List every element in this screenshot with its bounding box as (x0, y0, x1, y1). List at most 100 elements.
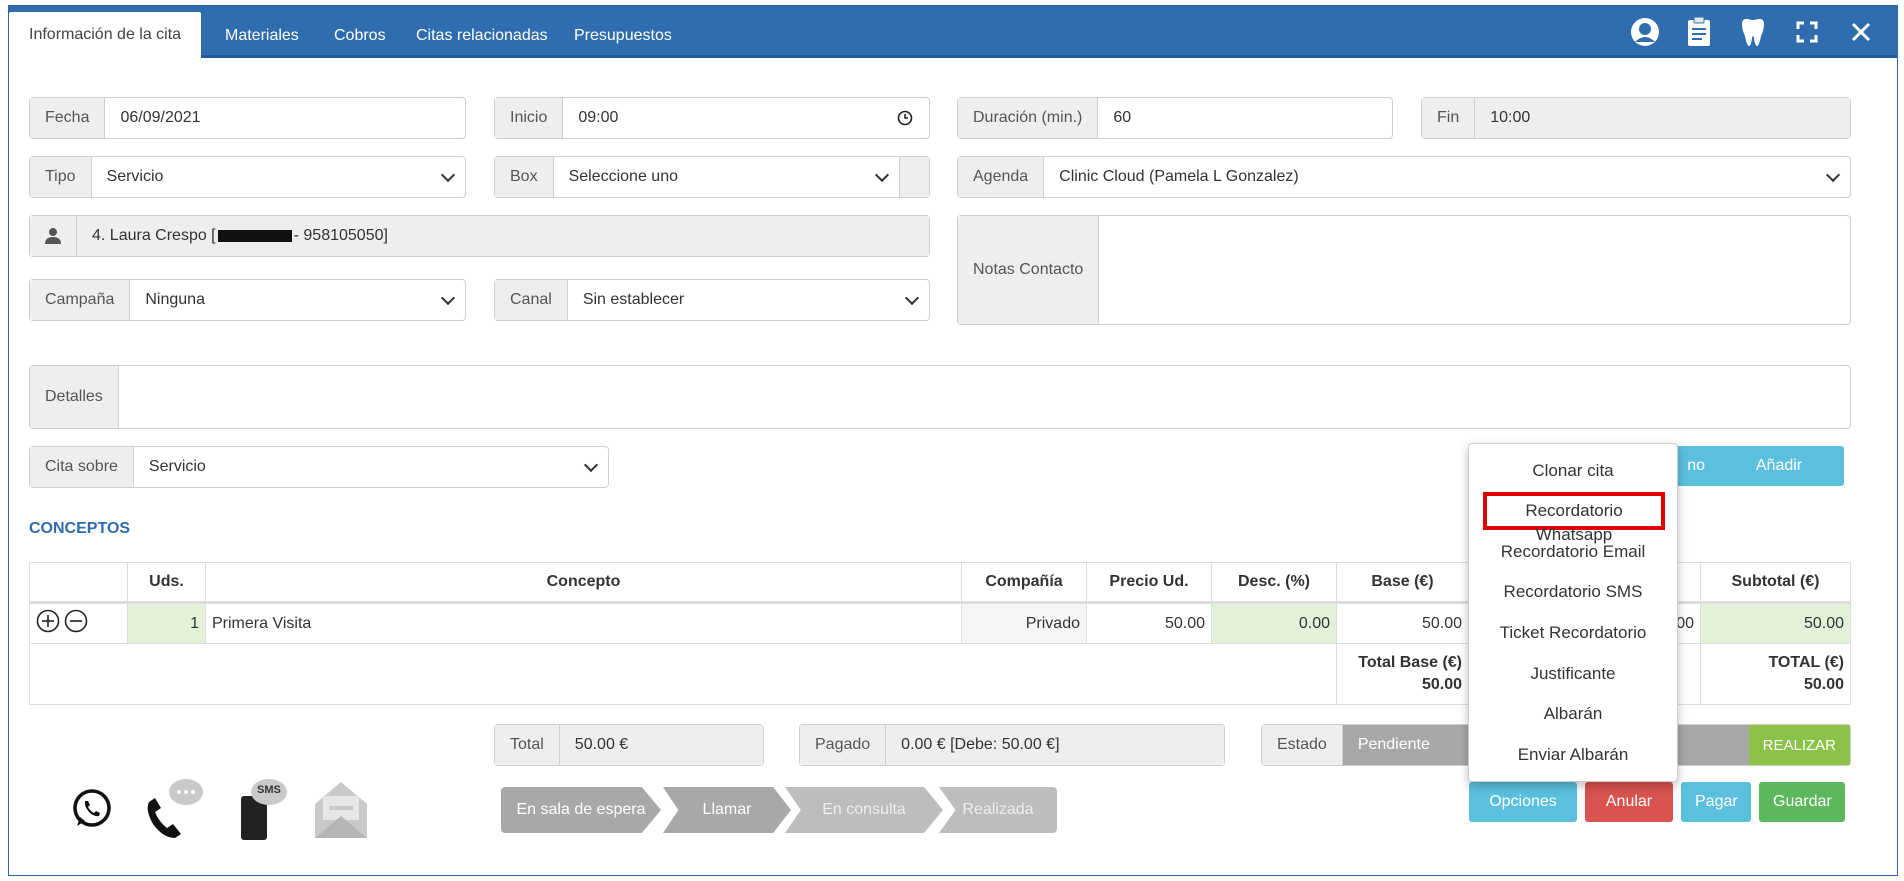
redacted-block (217, 230, 292, 242)
row-precio[interactable]: 50.00 (1087, 604, 1212, 643)
fecha-input[interactable]: 06/09/2021 (105, 98, 465, 138)
cita-sobre-select[interactable]: Servicio (134, 447, 608, 487)
realizar-button[interactable]: REALIZAR (1748, 725, 1850, 765)
menu-item-ticket-recordatorio[interactable]: Ticket Recordatorio (1469, 618, 1677, 648)
caret-up-icon (1627, 839, 1635, 845)
row-subtotal: 50.00 (1701, 604, 1850, 643)
canal-value: Sin establecer (582, 291, 685, 308)
person-icon (30, 216, 77, 256)
tab-presupuestos[interactable]: Presupuestos (554, 14, 692, 58)
appointment-modal: Información de la cita Materiales Cobros… (8, 5, 1898, 876)
close-icon[interactable] (1845, 16, 1877, 48)
add-circle-icon[interactable] (36, 609, 60, 638)
opciones-button[interactable]: Opciones (1469, 782, 1577, 845)
box-addon (899, 157, 929, 197)
fin-input: 10:00 (1475, 98, 1850, 138)
phone-call-icon[interactable] (143, 776, 205, 847)
box-field: Box Seleccione uno (494, 156, 930, 198)
notas-textarea[interactable] (1099, 216, 1850, 324)
detalles-textarea[interactable] (119, 366, 1850, 428)
agenda-select[interactable]: Clinic Cloud (Pamela L Gonzalez) (1044, 157, 1850, 197)
step-realizada[interactable]: Realizada (939, 787, 1057, 833)
anular-label: Anular (1605, 793, 1653, 810)
anular-button[interactable]: Anular (1585, 782, 1673, 845)
tab-cobros[interactable]: Cobros (314, 14, 406, 58)
header-base: Base (€) (1337, 563, 1469, 601)
tab-informacion[interactable]: Información de la cita (9, 12, 202, 61)
patient-input[interactable]: 4. Laura Crespo [ - 958105050] (77, 216, 929, 256)
total-base-label: Total Base (€) (1358, 654, 1462, 671)
anadir-servicio-button[interactable]: Añadir servicio (1714, 446, 1844, 514)
remove-circle-icon[interactable] (64, 609, 88, 638)
fullscreen-icon[interactable] (1791, 16, 1823, 48)
canal-select[interactable]: Sin establecer (568, 280, 929, 320)
patient-phone: - 958105050] (293, 227, 388, 244)
total-base-cell: Total Base (€) 50.00 (1337, 644, 1469, 704)
box-select[interactable]: Seleccione uno (554, 157, 899, 197)
chevron-down-icon (874, 167, 890, 183)
pagado-value: 0.00 € [Debe: 50.00 €] (886, 725, 1224, 765)
tab-citas-relacionadas[interactable]: Citas relacionadas (396, 14, 568, 58)
menu-item-albaran[interactable]: Albarán (1469, 699, 1677, 729)
clipboard-icon[interactable] (1683, 16, 1715, 48)
clock-icon[interactable] (897, 110, 913, 131)
opciones-label: Opciones (1489, 793, 1557, 810)
fecha-label: Fecha (30, 98, 106, 138)
email-envelope-icon[interactable] (311, 776, 371, 847)
menu-item-clonar-cita[interactable]: Clonar cita (1469, 456, 1677, 486)
patient-name: 4. Laura Crespo [ (92, 227, 216, 244)
header-compania: Compañía (962, 563, 1087, 601)
sms-badge-text: SMS (257, 784, 281, 796)
row-base: 50.00 (1337, 604, 1469, 643)
step-en-consulta[interactable]: En consulta (785, 787, 943, 833)
opciones-dropdown-menu: Clonar cita Recordatorio Whatsapp Record… (1468, 443, 1678, 782)
total-cell: TOTAL (€) 50.00 (1701, 644, 1850, 704)
estado-label: Estado (1262, 725, 1343, 765)
user-profile-icon[interactable] (1629, 16, 1661, 48)
menu-item-recordatorio-sms[interactable]: Recordatorio SMS (1469, 577, 1677, 607)
box-label: Box (495, 157, 554, 197)
duracion-input[interactable]: 60 (1098, 98, 1392, 138)
patient-field: 4. Laura Crespo [ - 958105050] (29, 215, 930, 257)
row-actions (30, 604, 128, 643)
tab-materiales[interactable]: Materiales (205, 14, 319, 58)
campana-value: Ninguna (145, 291, 205, 308)
tipo-select[interactable]: Servicio (92, 157, 465, 197)
campana-label: Campaña (30, 280, 131, 320)
inicio-value: 09:00 (578, 109, 619, 126)
fin-field: Fin 10:00 (1421, 97, 1851, 139)
agenda-value: Clinic Cloud (Pamela L Gonzalez) (1059, 168, 1299, 185)
fecha-field: Fecha 06/09/2021 (29, 97, 466, 139)
chevron-down-icon (1825, 167, 1841, 183)
totals-spacer (30, 644, 1337, 704)
menu-item-recordatorio-whatsapp[interactable]: Recordatorio Whatsapp (1483, 492, 1665, 544)
conceptos-title: CONCEPTOS (29, 520, 131, 537)
pagado-label: Pagado (800, 725, 887, 765)
menu-item-justificante[interactable]: Justificante (1469, 659, 1677, 689)
menu-item-recordatorio-email[interactable]: Recordatorio Email (1469, 537, 1677, 567)
row-uds[interactable]: 1 (128, 604, 206, 643)
guardar-button[interactable]: Guardar (1759, 782, 1845, 822)
chevron-down-icon (583, 457, 599, 473)
pagar-button[interactable]: Pagar (1681, 782, 1751, 822)
whatsapp-icon[interactable] (71, 788, 113, 835)
step-en-sala-de-espera[interactable]: En sala de espera (501, 787, 661, 833)
inicio-label: Inicio (495, 98, 564, 138)
sms-icon[interactable]: SMS (235, 776, 289, 847)
campana-select[interactable]: Ninguna (130, 280, 465, 320)
row-concepto: Primera Visita (206, 604, 962, 643)
cita-sobre-label: Cita sobre (30, 447, 134, 487)
step-llamar[interactable]: Llamar (663, 787, 791, 833)
header-concepto: Concepto (206, 563, 962, 601)
row-desc[interactable]: 0.00 (1212, 604, 1337, 643)
total-base-value: 50.00 (1421, 676, 1462, 693)
header-actions-col (30, 563, 128, 601)
menu-item-enviar-albaran[interactable]: Enviar Albarán (1469, 740, 1677, 770)
header-uds: Uds. (128, 563, 206, 601)
total-summary-value: 50.00 € (559, 725, 763, 765)
inicio-input[interactable]: 09:00 (563, 98, 929, 138)
tooth-icon[interactable] (1737, 16, 1769, 48)
header-subtotal: Subtotal (€) (1731, 573, 1820, 590)
header-desc: Desc. (%) (1212, 563, 1337, 601)
detalles-field: Detalles (29, 365, 1851, 429)
